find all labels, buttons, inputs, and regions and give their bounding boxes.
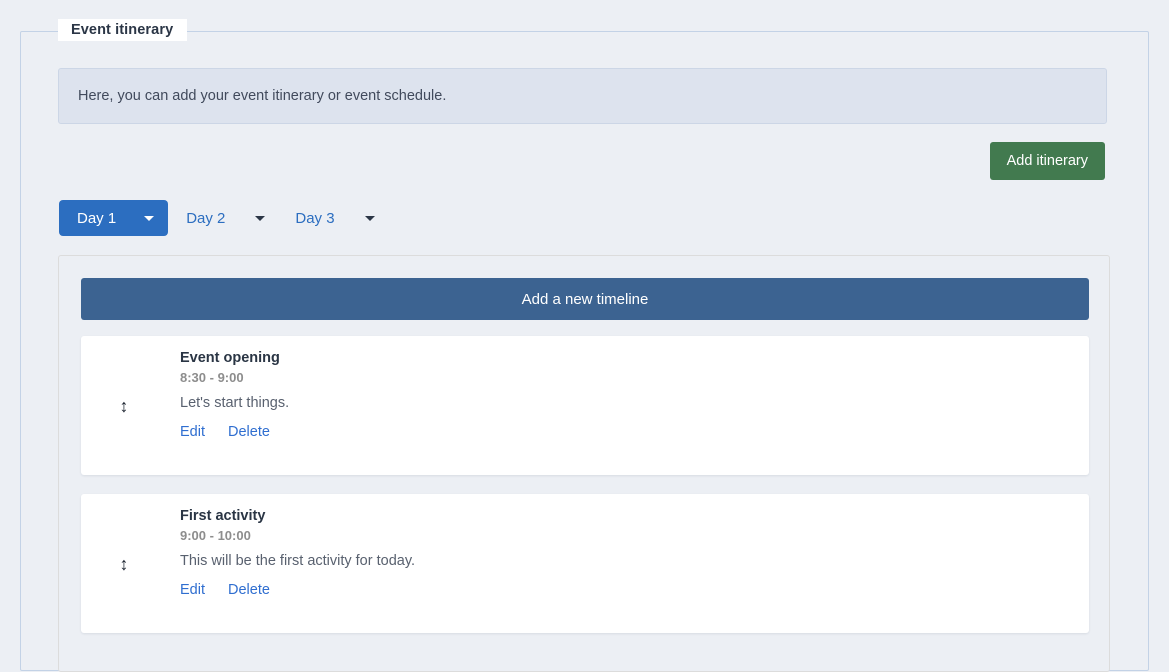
day-tab-day-2[interactable]: Day 2 bbox=[168, 200, 277, 236]
day-tabs: Day 1 Day 2 Day 3 bbox=[59, 200, 387, 236]
timeline-card: ↕ Event opening 8:30 - 9:00 Let's start … bbox=[81, 336, 1089, 475]
add-itinerary-button[interactable]: Add itinerary bbox=[989, 142, 1105, 180]
day-tab-label: Day 2 bbox=[186, 209, 226, 227]
timeline-card-time: 8:30 - 9:00 bbox=[180, 370, 244, 385]
info-alert-text: Here, you can add your event itinerary o… bbox=[78, 88, 447, 104]
up-down-arrow-icon[interactable]: ↕ bbox=[115, 553, 133, 575]
timeline-card-actions: Edit Delete bbox=[180, 582, 1089, 598]
timeline-card: ↕ First activity 9:00 - 10:00 This will … bbox=[81, 494, 1089, 633]
timeline-card-body: Event opening 8:30 - 9:00 Let's start th… bbox=[81, 336, 1089, 440]
itinerary-panel: Add a new timeline ↕ Event opening 8:30 … bbox=[58, 255, 1110, 672]
day-tab-day-1[interactable]: Day 1 bbox=[59, 200, 169, 236]
timeline-card-description: Let's start things. bbox=[180, 395, 290, 411]
edit-link[interactable]: Edit bbox=[180, 424, 205, 440]
timeline-card-time: 9:00 - 10:00 bbox=[180, 528, 251, 543]
day-tab-day-3[interactable]: Day 3 bbox=[277, 200, 386, 236]
up-down-arrow-icon[interactable]: ↕ bbox=[115, 395, 133, 417]
chevron-down-icon[interactable] bbox=[364, 215, 375, 221]
timeline-card-actions: Edit Delete bbox=[180, 424, 1089, 440]
day-tab-label: Day 1 bbox=[77, 209, 117, 227]
add-new-timeline-button[interactable]: Add a new timeline bbox=[81, 278, 1089, 320]
fieldset-legend: Event itinerary bbox=[58, 19, 188, 41]
delete-link[interactable]: Delete bbox=[228, 582, 270, 598]
chevron-down-icon[interactable] bbox=[144, 215, 155, 221]
edit-link[interactable]: Edit bbox=[180, 582, 205, 598]
chevron-down-icon[interactable] bbox=[255, 215, 266, 221]
delete-link[interactable]: Delete bbox=[228, 424, 270, 440]
info-alert: Here, you can add your event itinerary o… bbox=[58, 68, 1107, 124]
event-itinerary-fieldset: Event itinerary Here, you can add your e… bbox=[20, 19, 1149, 672]
timeline-card-body: First activity 9:00 - 10:00 This will be… bbox=[81, 494, 1089, 598]
timeline-card-description: This will be the first activity for toda… bbox=[180, 553, 416, 569]
timeline-card-title: First activity bbox=[180, 508, 266, 524]
timeline-card-title: Event opening bbox=[180, 350, 280, 366]
day-tab-label: Day 3 bbox=[295, 209, 335, 227]
